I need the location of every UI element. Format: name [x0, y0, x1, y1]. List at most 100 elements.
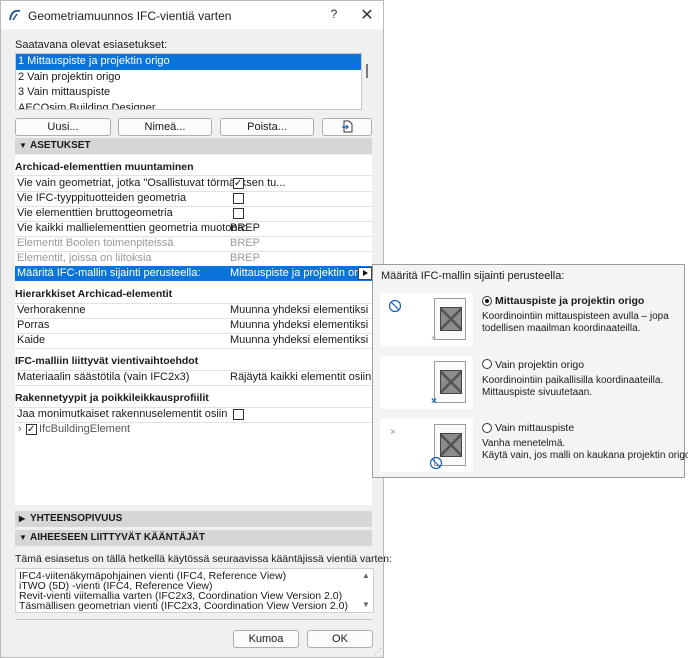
preset-list-scrollbar[interactable]	[364, 53, 372, 108]
delete-button[interactable]: Poista...	[220, 118, 314, 136]
checkbox[interactable]	[233, 409, 244, 420]
ok-button[interactable]: OK	[307, 630, 373, 648]
tree-row[interactable]: › IfcBuildingElement	[15, 422, 372, 437]
option-description: Mittauspiste sivuutetaan.	[482, 387, 593, 398]
option-description: todellisen maailman koordinaateilla.	[482, 323, 641, 334]
group-title: Archicad-elementtien muuntaminen	[15, 161, 194, 173]
row-value[interactable]: Räjäytä kaikki elementit osiin, s...	[230, 370, 392, 385]
cancel-button[interactable]: Kumoa	[233, 630, 299, 648]
row-label: Vie vain geometriat, jotka "Osallistuvat…	[17, 177, 286, 189]
group-title: IFC-malliin liittyvät vientivaihtoehdot	[15, 355, 199, 367]
location-popup: Määritä IFC-mallin sijainti perusteella:…	[372, 264, 688, 478]
option-label[interactable]: Vain projektin origo	[495, 359, 584, 371]
row-label: Vie elementtien bruttogeometria	[17, 207, 173, 219]
checkbox[interactable]	[233, 193, 244, 204]
scroll-down-icon[interactable]: ▼	[362, 600, 370, 609]
translators-section-header[interactable]: ▼ AIHEESEEN LIITTYVÄT KÄÄNTÄJÄT	[15, 530, 372, 546]
scrollbar-thumb[interactable]	[366, 64, 368, 78]
project-origin-icon: ×	[390, 427, 396, 438]
import-button[interactable]	[322, 118, 372, 136]
collapse-triangle-icon: ▼	[19, 141, 27, 150]
translator-list[interactable]: IFC4-viitenäkymäpohjainen vienti (IFC4, …	[15, 568, 374, 613]
option-description: Koordinointiin mittauspisteen avulla – j…	[482, 311, 669, 322]
option-radio[interactable]	[482, 296, 492, 306]
help-button[interactable]: ?	[327, 7, 341, 23]
checkbox[interactable]	[233, 208, 244, 219]
expand-arrow-icon[interactable]	[358, 267, 372, 280]
settings-row[interactable]: Vie kaikki mallielementtien geometria mu…	[15, 221, 372, 236]
row-value[interactable]: BREP	[230, 221, 260, 236]
scroll-up-icon[interactable]: ▲	[362, 571, 370, 580]
option-image[interactable]: ×	[380, 419, 473, 472]
import-icon	[342, 120, 353, 133]
settings-row[interactable]: Verhorakenne Muunna yhdeksi elementiksi	[15, 303, 372, 318]
row-label: Vie IFC-tyyppituotteiden geometria	[17, 192, 187, 204]
settings-row-selected[interactable]: Määritä IFC-mallin sijainti perusteella:…	[15, 266, 372, 281]
collapse-triangle-icon: ▼	[19, 533, 27, 542]
settings-row[interactable]: Materiaalin säästötila (vain IFC2x3) Räj…	[15, 370, 392, 385]
row-value[interactable]: Muunna yhdeksi elementiksi	[230, 318, 368, 333]
compatibility-section-header[interactable]: ▶ YHTEENSOPIVUUS	[15, 511, 372, 527]
divider	[15, 619, 372, 620]
row-label: Määritä IFC-mallin sijainti perusteella:	[17, 267, 201, 279]
settings-panel: Archicad-elementtien muuntaminen Vie vai…	[15, 155, 392, 505]
ifc-translator-dialog: Geometriamuunnos IFC-vientiä varten ? ✕ …	[0, 0, 392, 658]
row-value[interactable]: Muunna yhdeksi elementiksi	[230, 333, 368, 348]
close-button[interactable]: ✕	[358, 5, 376, 24]
settings-row[interactable]: Vie IFC-tyyppituotteiden geometria	[15, 191, 372, 206]
section-title: AIHEESEEN LIITTYVÄT KÄÄNTÄJÄT	[30, 532, 206, 543]
option-description: Käytä vain, jos malli on kaukana projekt…	[482, 450, 688, 461]
group-title: Rakennetyypit ja poikkileikkausprofiilit	[15, 392, 209, 404]
title-bar: Geometriamuunnos IFC-vientiä varten ? ✕	[1, 1, 383, 29]
row-label: Verhorakenne	[17, 304, 86, 316]
survey-point-icon	[388, 299, 402, 313]
settings-row[interactable]: Vie vain geometriat, jotka "Osallistuvat…	[15, 176, 372, 191]
row-value[interactable]: Mittauspiste ja projektin origo	[230, 266, 372, 281]
window-title: Geometriamuunnos IFC-vientiä varten	[28, 9, 232, 23]
row-value: BREP	[230, 237, 260, 249]
expand-triangle-icon: ▶	[19, 514, 26, 523]
option-description: Vanha menetelmä.	[482, 438, 566, 449]
preset-item[interactable]: 2 Vain projektin origo	[16, 70, 361, 86]
option-image[interactable]: ×	[380, 293, 473, 346]
row-label: Vie kaikki mallielementtien geometria mu…	[17, 222, 247, 234]
row-label: Porras	[17, 319, 50, 331]
archicad-app-icon	[9, 9, 21, 21]
option-label[interactable]: Vain mittauspiste	[495, 422, 574, 434]
survey-point-icon	[429, 456, 443, 470]
option-radio[interactable]	[482, 359, 492, 369]
section-title: ASETUKSET	[30, 140, 91, 151]
project-origin-icon: ×	[431, 333, 437, 343]
preset-item[interactable]: 3 Vain mittauspiste	[16, 85, 361, 101]
resize-grip-icon[interactable]: ⋰	[374, 647, 382, 656]
settings-row[interactable]: Kaide Muunna yhdeksi elementiksi	[15, 333, 372, 348]
row-value[interactable]: Muunna yhdeksi elementiksi	[230, 303, 368, 318]
checkbox-checked-icon[interactable]	[26, 422, 37, 437]
preset-item[interactable]: AECOsim Building Designer	[16, 101, 361, 110]
row-label: Materiaalin säästötila (vain IFC2x3)	[17, 371, 190, 383]
popup-title: Määritä IFC-mallin sijainti perusteella:	[381, 270, 565, 282]
option-description: Koordinointiin paikallisilla koordinaate…	[482, 375, 664, 386]
presets-label: Saatavana olevat esiasetukset:	[15, 39, 168, 51]
translators-intro: Tämä esiasetus on tällä hetkellä käytöss…	[15, 553, 393, 565]
row-label: Elementit Boolen toimenpiteissä	[17, 237, 174, 249]
settings-row[interactable]: Jaa monimutkaiset rakennuselementit osii…	[15, 407, 372, 422]
tree-expand-chevron-icon[interactable]: ›	[18, 422, 22, 437]
settings-section-header[interactable]: ▼ ASETUKSET	[15, 138, 372, 154]
checkbox-checked-icon[interactable]	[233, 176, 244, 191]
option-label[interactable]: Mittauspiste ja projektin origo	[495, 295, 644, 307]
option-radio[interactable]	[482, 423, 492, 433]
row-label: Jaa monimutkaiset rakennuselementit osii…	[17, 408, 228, 420]
group-title: Hierarkkiset Archicad-elementit	[15, 288, 173, 300]
preset-item[interactable]: 1 Mittauspiste ja projektin origo	[16, 54, 361, 70]
settings-row[interactable]: Porras Muunna yhdeksi elementiksi	[15, 318, 372, 333]
settings-row[interactable]: Vie elementtien bruttogeometria	[15, 206, 372, 221]
divider	[15, 348, 372, 349]
preset-list[interactable]: 1 Mittauspiste ja projektin origo 2 Vain…	[15, 53, 362, 110]
new-button[interactable]: Uusi...	[15, 118, 111, 136]
divider	[15, 385, 372, 386]
option-image[interactable]: ×	[380, 356, 473, 409]
rename-button[interactable]: Nimeä...	[118, 118, 212, 136]
row-value: BREP	[230, 252, 260, 264]
tree-item-label: IfcBuildingElement	[39, 423, 131, 435]
